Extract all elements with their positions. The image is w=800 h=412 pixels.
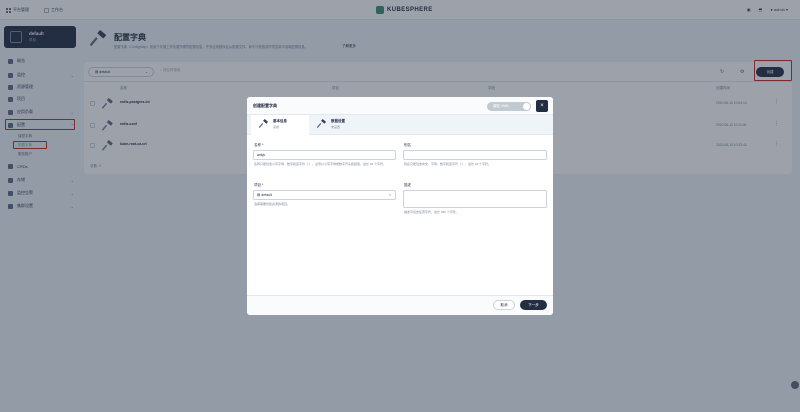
hammer-icon: [259, 119, 268, 128]
hammer-icon: [317, 119, 326, 128]
toggle-knob: [523, 103, 530, 110]
project-dropdown-value: default: [261, 193, 272, 197]
description-label: 描述: [404, 183, 411, 187]
next-button[interactable]: 下一步: [520, 300, 547, 310]
name-help: 名称只能包含小写字母、数字和连字符（-），必须以小写字母或数字开头和结尾，最长 …: [254, 162, 387, 166]
tab-data-settings[interactable]: 数据设置 未设置: [309, 115, 367, 135]
project-label: 项目 *: [254, 183, 264, 187]
description-help: 描述可包含任意字符，最长 256 个字符。: [404, 210, 459, 214]
tab-status: 完成: [273, 125, 280, 129]
name-input-value: ankjv: [257, 153, 266, 157]
dialog-header: 创建配置字典 编辑 YAML ×: [247, 97, 553, 115]
alias-input[interactable]: [403, 150, 547, 160]
cancel-button[interactable]: 取消: [493, 300, 515, 310]
description-textarea[interactable]: [403, 190, 547, 208]
tab-label: 数据设置: [331, 119, 345, 123]
close-icon: ×: [540, 103, 544, 109]
edit-yaml-label: 编辑 YAML: [493, 104, 510, 108]
dialog-tabs: 基本信息 完成 数据设置 未设置: [247, 115, 553, 135]
dialog-title: 创建配置字典: [253, 103, 277, 108]
name-label: 名称 *: [254, 143, 264, 147]
edit-yaml-toggle[interactable]: 编辑 YAML: [487, 102, 531, 111]
dialog-footer: 取消 下一步: [247, 295, 553, 315]
alias-help: 别名只能包含中文、字母、数字和连字符（-），最长 63 个字符。: [404, 162, 492, 166]
tab-status: 未设置: [331, 125, 341, 129]
name-input[interactable]: ankjv: [253, 150, 396, 160]
close-button[interactable]: ×: [536, 100, 548, 112]
toolbox-button[interactable]: [791, 381, 799, 389]
alias-label: 别名: [404, 143, 411, 147]
tab-basic-info[interactable]: 基本信息 完成: [251, 115, 309, 135]
create-configmap-dialog: 创建配置字典 编辑 YAML × 基本信息 完成 数据设置 未设置 名称 * a…: [247, 97, 553, 315]
project-help: 选择需要创建资源的项目。: [254, 202, 291, 206]
clear-icon[interactable]: ×: [389, 193, 391, 197]
tab-label: 基本信息: [273, 119, 287, 123]
project-dropdown[interactable]: ▤ default ×: [253, 190, 396, 200]
